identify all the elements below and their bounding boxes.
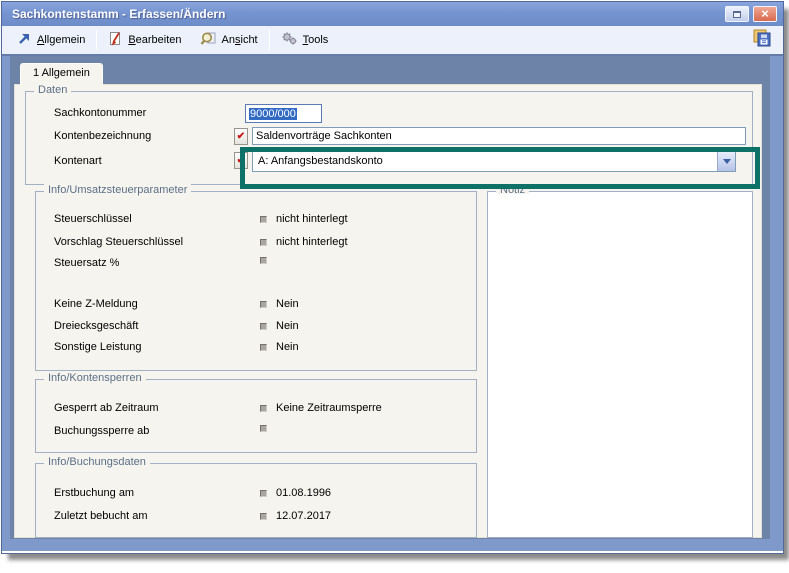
kontenbezeichnung-value: Saldenvorträge Sachkonten [256,130,392,142]
group-title: Info/Buchungsdaten [44,456,150,468]
window-controls: × [725,6,777,22]
kontenart-dropdown[interactable]: A: Anfangsbestandskonto [252,150,736,172]
chevron-down-icon [723,159,731,164]
sachkontonummer-input[interactable]: 9000/000 [245,104,322,123]
info-row: Zuletzt bebucht am 12.07.2017 [54,510,470,526]
row-label: Dreiecksgeschäft [54,320,138,332]
group-kontensperren: Info/Kontensperren Gesperrt ab Zeitraum … [35,379,477,453]
info-row: Buchungssperre ab [54,425,470,441]
row-label: Steuerschlüssel [54,213,132,225]
info-row: Sonstige Leistung Nein [54,341,470,357]
bullet-icon [260,323,267,330]
bullet-icon [260,344,267,351]
restore-icon [733,11,741,18]
info-row: Dreiecksgeschäft Nein [54,320,470,336]
notiz-textarea[interactable] [490,194,750,535]
info-row: Gesperrt ab Zeitraum Keine Zeitraumsperr… [54,402,470,418]
bullet-icon [260,513,267,520]
row-label: Zuletzt bebucht am [54,510,148,522]
bullet-icon [260,425,267,432]
toolbar-item-ansicht[interactable]: Ansicht [191,28,267,53]
toolbar-item-allgemein[interactable]: Allgemein [8,28,94,52]
toolbar-item-label: Tools [303,34,329,46]
edit-document-icon [108,31,123,50]
close-button[interactable]: × [753,6,777,22]
row-label: Steuersatz % [54,257,119,269]
info-row: Steuerschlüssel nicht hinterlegt [54,213,470,229]
close-icon: × [761,7,769,20]
row-value: Nein [276,341,299,353]
kontenbezeichnung-label: Kontenbezeichnung [54,130,151,142]
group-umsatzsteuerparameter: Info/Umsatzsteuerparameter Steuerschlüss… [35,191,477,371]
group-title: Info/Kontensperren [44,372,146,384]
checked-icon: ✔ [234,128,248,145]
row-value: 01.08.1996 [276,487,331,499]
bullet-icon [260,405,267,412]
gears-icon [281,31,298,50]
info-row: Vorschlag Steuerschlüssel nicht hinterle… [54,236,470,252]
group-buchungsdaten: Info/Buchungsdaten Erstbuchung am 01.08.… [35,463,477,538]
dropdown-button[interactable] [717,151,735,171]
bullet-icon [260,490,267,497]
group-title: Info/Umsatzsteuerparameter [44,184,191,196]
row-value: nicht hinterlegt [276,236,348,248]
titlebar: Sachkontenstamm - Erfassen/Ändern × [2,2,783,26]
tab-page-allgemein: Daten Sachkontonummer 9000/000 Kontenbez… [14,84,762,538]
row-value: nicht hinterlegt [276,213,348,225]
toolbar: Allgemein Bearbeiten Ansicht [2,26,783,56]
nav-arrow-icon [17,31,32,49]
group-title: Daten [34,84,71,96]
toolbar-item-label: Allgemein [37,34,85,46]
info-row: Erstbuchung am 01.08.1996 [54,487,470,503]
info-row: Keine Z-Meldung Nein [54,298,470,314]
row-label: Erstbuchung am [54,487,134,499]
screen: Sachkontenstamm - Erfassen/Ändern × Allg… [0,0,789,573]
bullet-icon [260,239,267,246]
row-label: Vorschlag Steuerschlüssel [54,236,183,248]
toolbar-item-label: Bearbeiten [128,34,181,46]
window-body: 1 Allgemein Daten Sachkontonummer 9000/0… [2,56,783,551]
kontenart-label: Kontenart [54,155,102,167]
bullet-icon [260,301,267,308]
toolbar-item-bearbeiten[interactable]: Bearbeiten [99,28,190,53]
magnifier-icon [200,31,217,50]
kontenbezeichnung-input[interactable]: Saldenvorträge Sachkonten [252,127,746,145]
bullet-icon [260,257,267,264]
save-button[interactable] [747,25,777,56]
row-value: Keine Zeitraumsperre [276,402,382,414]
group-daten: Daten Sachkontonummer 9000/000 Kontenbez… [25,91,753,185]
checked-icon: ✔ [234,152,248,169]
sachkontonummer-label: Sachkontonummer [54,107,146,119]
row-label: Gesperrt ab Zeitraum [54,402,159,414]
toolbar-item-label: Ansicht [222,34,258,46]
save-floppy-icon [751,36,773,53]
row-label: Keine Z-Meldung [54,298,138,310]
kontenart-selected-value: A: Anfangsbestandskonto [253,155,717,167]
app-window: Sachkontenstamm - Erfassen/Ändern × Allg… [2,2,783,553]
info-row: Steuersatz % [54,257,470,273]
bullet-icon [260,216,267,223]
toolbar-item-tools[interactable]: Tools [272,28,338,53]
row-label: Sonstige Leistung [54,341,141,353]
selected-text: 9000/000 [249,108,297,120]
row-value: Nein [276,298,299,310]
row-value: Nein [276,320,299,332]
row-value: 12.07.2017 [276,510,331,522]
toolbar-separator [269,30,270,50]
group-notiz: Notiz [487,191,753,538]
tab-allgemein[interactable]: 1 Allgemein [20,63,103,85]
row-label: Buchungssperre ab [54,425,149,437]
window-title: Sachkontenstamm - Erfassen/Ändern [12,7,725,21]
restore-button[interactable] [725,6,749,22]
toolbar-separator [96,30,97,50]
